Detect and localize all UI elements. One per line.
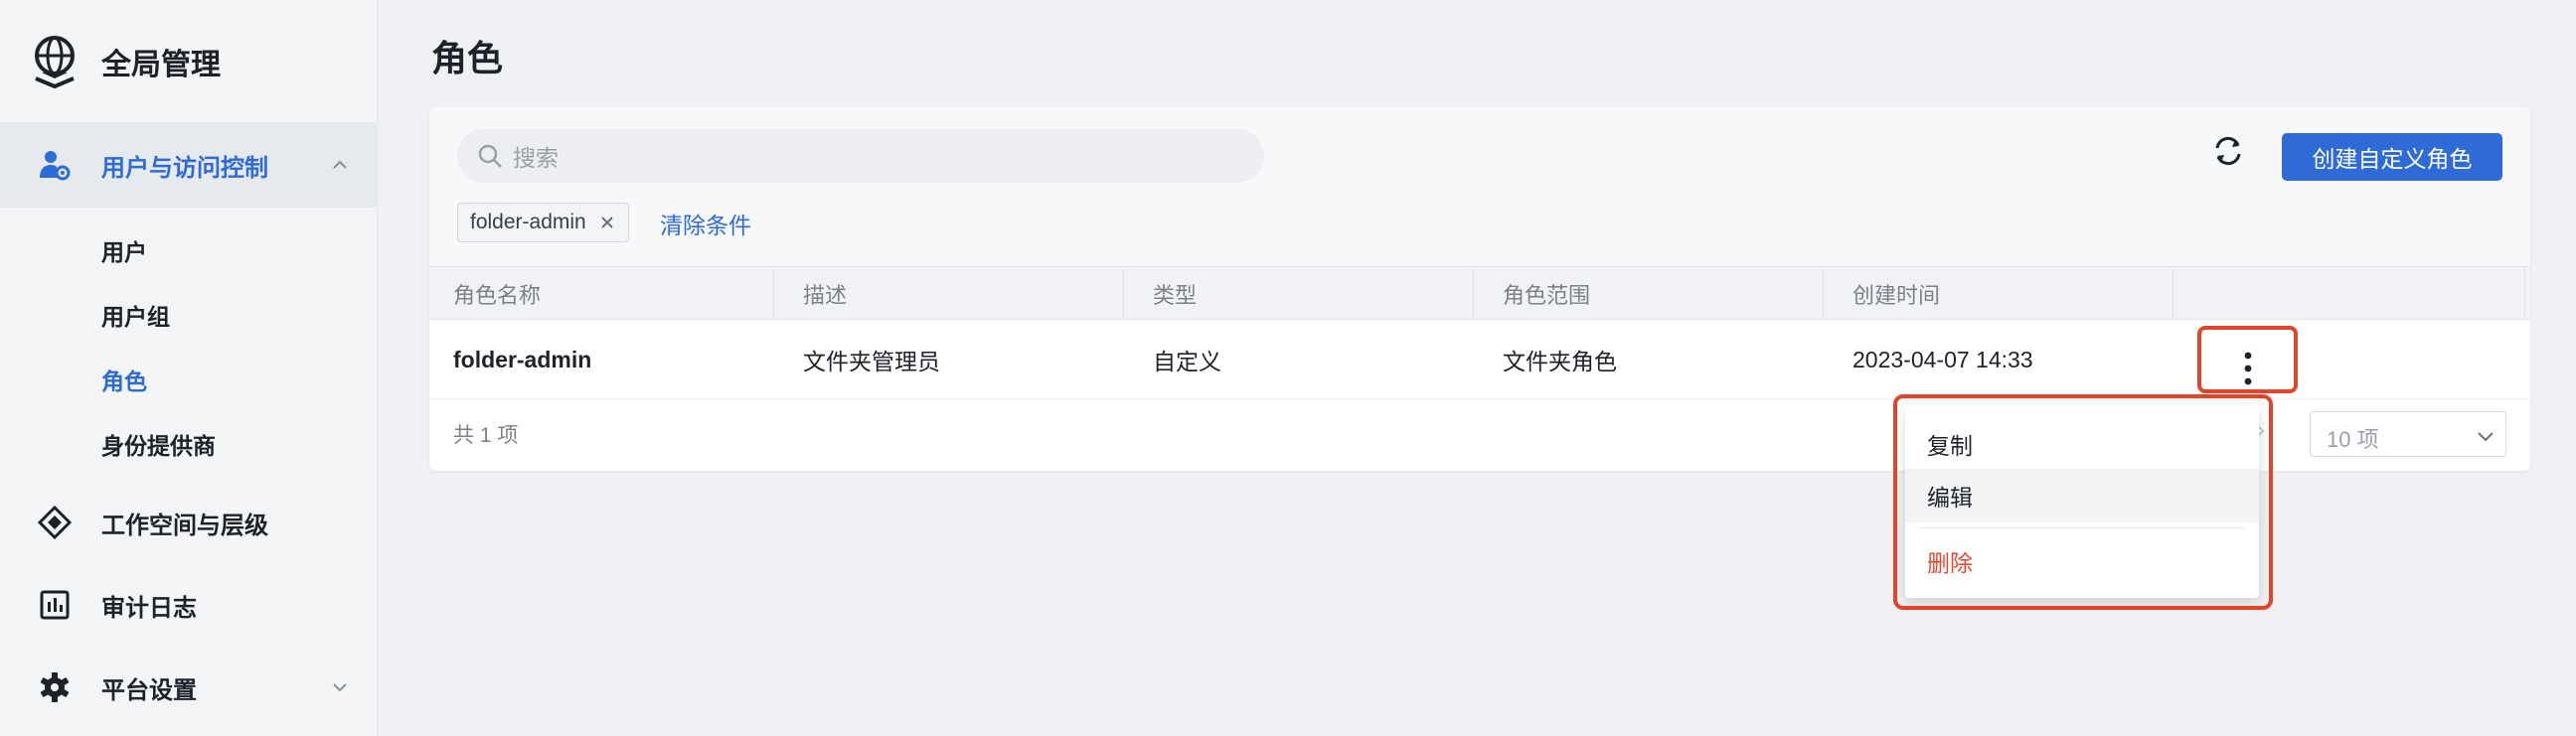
page-size-value: 10 项 — [2327, 427, 2379, 452]
page-title: 角色 — [431, 38, 504, 78]
cell-scope: 文件夹角色 — [1503, 349, 1617, 374]
page-size-select[interactable]: 10 项 — [2310, 411, 2506, 457]
column-header-description[interactable]: 描述 — [803, 267, 847, 321]
chevron-down-icon — [2478, 432, 2494, 442]
chevron-up-icon[interactable] — [328, 153, 352, 177]
globe-logo-icon — [35, 36, 75, 88]
total-count: 共 1 项 — [453, 424, 519, 447]
app-title: 全局管理 — [101, 49, 221, 81]
nav-group-label: 用户与访问控制 — [101, 154, 268, 182]
cell-role-name[interactable]: folder-admin — [453, 320, 591, 399]
column-divider — [2524, 267, 2525, 321]
sidebar-item-identity-providers[interactable]: 身份提供商 — [101, 427, 216, 461]
user-gear-icon — [36, 146, 74, 184]
cell-description: 文件夹管理员 — [803, 349, 940, 374]
chevron-down-icon[interactable] — [328, 675, 352, 699]
sidebar-item-user-groups[interactable]: 用户组 — [101, 298, 170, 332]
column-header-name[interactable]: 角色名称 — [453, 267, 541, 321]
sidebar-item-roles[interactable]: 角色 — [101, 363, 147, 396]
highlight-frame-actions-menu — [1893, 394, 2273, 610]
audit-chart-icon — [36, 586, 74, 624]
nav-group-label: 工作空间与层级 — [101, 512, 268, 539]
gear-icon — [36, 668, 74, 706]
refresh-icon[interactable] — [2208, 131, 2248, 171]
nav-group-audit-log[interactable]: 审计日志 — [0, 575, 378, 635]
highlight-frame-actions-button — [2197, 326, 2298, 393]
column-divider — [1823, 267, 1824, 321]
column-header-type[interactable]: 类型 — [1153, 267, 1197, 321]
close-icon[interactable] — [598, 214, 616, 231]
nav-group-workspace[interactable]: 工作空间与层级 — [0, 493, 378, 552]
sidebar-item-users[interactable]: 用户 — [101, 233, 147, 267]
filter-chip-label: folder-admin — [470, 211, 586, 233]
clear-filters-link[interactable]: 清除条件 — [660, 207, 751, 240]
column-divider — [773, 267, 774, 321]
column-divider — [2173, 267, 2174, 321]
nav-group-user-access[interactable]: 用户与访问控制 — [0, 135, 378, 195]
brand[interactable]: 全局管理 — [30, 34, 221, 89]
nav-group-label: 平台设置 — [101, 676, 197, 704]
nav-group-platform-settings[interactable]: 平台设置 — [0, 658, 378, 717]
cell-type: 自定义 — [1153, 349, 1221, 374]
create-custom-role-button[interactable]: 创建自定义角色 — [2282, 133, 2502, 181]
search-input[interactable]: 搜索 — [457, 129, 1264, 183]
search-icon — [478, 144, 502, 168]
table-header: 角色名称 描述 类型 角色范围 创建时间 — [429, 266, 2530, 321]
nav-group-label: 审计日志 — [101, 594, 197, 622]
column-divider — [1473, 267, 1474, 321]
column-header-created[interactable]: 创建时间 — [1852, 267, 1940, 321]
filter-chip: folder-admin — [457, 203, 629, 242]
search-placeholder: 搜索 — [513, 145, 559, 171]
column-header-scope[interactable]: 角色范围 — [1503, 267, 1590, 321]
layers-diamond-icon — [36, 504, 74, 541]
cell-created-time: 2023-04-07 14:33 — [1852, 346, 2033, 372]
toolbar: 搜索 folder-admin 清除条件 创建自定义角色 — [429, 107, 2530, 266]
sidebar: 全局管理 用户与访问控制 用户 用户组 角色 身份提供商 工作空间与层级 审计日… — [0, 0, 378, 736]
column-divider — [1123, 267, 1124, 321]
